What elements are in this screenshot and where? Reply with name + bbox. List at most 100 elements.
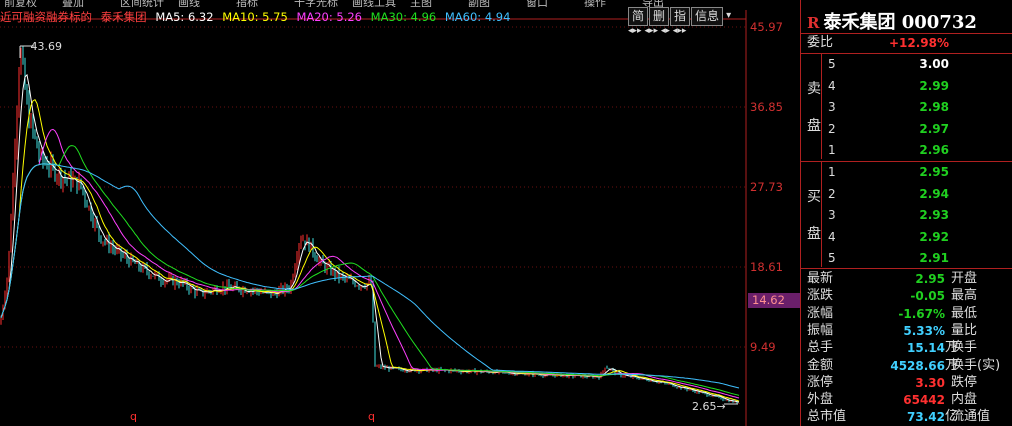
bids-price: 2.92 [919, 229, 949, 244]
info-button[interactable]: 信息 [691, 7, 724, 26]
axis-label-1: 45.97 [750, 20, 783, 34]
zoom-icon[interactable]: ◂▸▸ [644, 26, 658, 36]
q-marker-1: q [130, 410, 137, 423]
asks-price: 2.97 [919, 121, 949, 136]
current-price-tag: 14.62 [748, 293, 800, 308]
asks-row[interactable]: 3 2.98 [801, 98, 1012, 116]
weibi-label: 委比 [807, 35, 834, 50]
asks-level: 4 [828, 78, 836, 93]
axis-label-2: 36.85 [750, 100, 783, 114]
ma5-value: MA5: 6.32 [155, 10, 214, 24]
bids-price: 2.93 [919, 208, 949, 222]
stat-label-2: 最低 [951, 305, 978, 321]
stat-row: 涨幅 -1.67% 最低 [801, 305, 1012, 323]
bids-row[interactable]: 1 2.95 [801, 163, 1012, 181]
delete-button[interactable]: 删 [649, 7, 670, 26]
toolbar-mini-icons: ◂▸▸ ◂▸▸ ◂▸ ◂▸▸ [628, 26, 686, 36]
asks-level: 5 [828, 57, 836, 71]
stat-label: 涨跌 [807, 288, 834, 304]
stat-label-2: 开盘 [951, 271, 978, 286]
ma20-value: MA20: 5.26 [296, 10, 362, 24]
panel-stock-name: 泰禾集团 [823, 12, 896, 33]
asks-price: 2.99 [919, 78, 949, 93]
bids-level: 2 [828, 186, 836, 201]
asks-price: 2.98 [919, 100, 949, 114]
kline-chart-svg[interactable] [0, 0, 800, 426]
asks-row[interactable]: 5 3.00 [801, 55, 1012, 73]
axis-label-4: 18.61 [750, 260, 783, 274]
r-icon: R [807, 14, 820, 32]
bids-level: 1 [828, 165, 836, 179]
stat-row: 最新 2.95 开盘 [801, 270, 1012, 288]
stat-label-2: 最高 [951, 288, 978, 304]
stat-value: 4528.66 [890, 358, 945, 373]
stat-label: 总手 [807, 340, 834, 356]
stock-name: 泰禾集团 [100, 10, 147, 24]
asks-price: 2.96 [919, 143, 949, 157]
asks-level: 3 [828, 100, 836, 114]
bids-row[interactable]: 3 2.93 [801, 206, 1012, 224]
bids-row[interactable]: 5 2.91 [801, 249, 1012, 267]
bids-level: 4 [828, 229, 836, 244]
stat-label-2: 换手 [951, 340, 978, 356]
ma10-value: MA10: 5.75 [222, 10, 288, 24]
bids-price: 2.91 [919, 251, 949, 265]
stat-label-2: 换手(实) [951, 357, 1001, 373]
stat-value: 73.42 [907, 410, 945, 425]
axis-label-5: 9.49 [750, 340, 776, 354]
scroll-left-icon[interactable]: ◂▸▸ [628, 26, 642, 36]
ma-lines [0, 73, 740, 403]
indicator-button[interactable]: 指 [670, 7, 691, 26]
candlesticks [0, 45, 740, 405]
stat-label: 涨停 [807, 374, 834, 390]
stat-row: 涨跌 -0.05 最高 [801, 287, 1012, 305]
weibi-row: 委比 +12.98% [801, 34, 1012, 52]
stat-label: 涨幅 [807, 305, 834, 321]
stat-row: 振幅 5.33% 量比 [801, 322, 1012, 340]
high-price-label: 43.69 [30, 40, 63, 53]
asks-row[interactable]: 1 2.96 [801, 141, 1012, 159]
dropdown-arrow-icon[interactable]: ▾ [726, 7, 731, 26]
asks-row[interactable]: 4 2.99 [801, 77, 1012, 95]
bids-row[interactable]: 2 2.94 [801, 185, 1012, 203]
ma-line [0, 163, 740, 389]
axis-label-3: 27.73 [750, 180, 783, 194]
quote-panel: R 泰禾集团 000732 委比 +12.98% 卖 盘 5 3.00 4 2.99 3 2… [800, 0, 1012, 426]
asks-row[interactable]: 2 2.97 [801, 120, 1012, 138]
ma-line [0, 73, 740, 403]
stat-value: -0.05 [910, 289, 945, 304]
stat-value: 15.14 [907, 341, 945, 356]
asks-level: 1 [828, 143, 836, 157]
simple-button[interactable]: 简 [628, 7, 649, 26]
stat-row: 总市值 73.42 亿流通值 [801, 408, 1012, 426]
indicator-info-bar: 近可融资融券标的 泰禾集团 MA5: 6.32 MA10: 5.75 MA20:… [0, 9, 515, 25]
asks-price: 3.00 [919, 57, 949, 71]
kline-chart-area[interactable]: 近可融资融券标的 泰禾集团 MA5: 6.32 MA10: 5.75 MA20:… [0, 0, 800, 426]
ma-line [0, 99, 740, 402]
more-icon[interactable]: ◂▸▸ [673, 26, 687, 36]
bids-level: 5 [828, 251, 836, 265]
bids-level: 3 [828, 208, 836, 222]
stat-value: 2.95 [915, 272, 945, 286]
stat-value: 65442 [903, 393, 945, 408]
stat-label-2: 跌停 [951, 374, 978, 390]
ma30-value: MA30: 4.96 [370, 10, 437, 24]
stat-row: 外盘 65442 内盘 [801, 391, 1012, 409]
stat-label: 振幅 [807, 322, 834, 338]
pan-icon[interactable]: ◂▸ [661, 26, 670, 36]
bids-price: 2.95 [919, 165, 949, 179]
ma-line [0, 145, 740, 396]
stat-value: -1.67% [898, 306, 945, 321]
stock-title: R 泰禾集团 000732 [807, 8, 977, 34]
stat-label-2: 内盘 [951, 392, 978, 408]
stat-row: 金额 4528.66 万换手(实) [801, 357, 1012, 375]
stat-label-2: 流通值 [951, 409, 991, 425]
q-marker-2: q [368, 410, 375, 423]
bids-row[interactable]: 4 2.92 [801, 228, 1012, 246]
stat-label: 外盘 [807, 392, 834, 408]
stat-label: 最新 [807, 271, 834, 286]
ma-line [0, 128, 740, 399]
stat-value: 5.33% [903, 323, 945, 338]
asks-level: 2 [828, 121, 836, 136]
chart-toolbar: 简 删 指 信息 ▾ [628, 7, 731, 26]
